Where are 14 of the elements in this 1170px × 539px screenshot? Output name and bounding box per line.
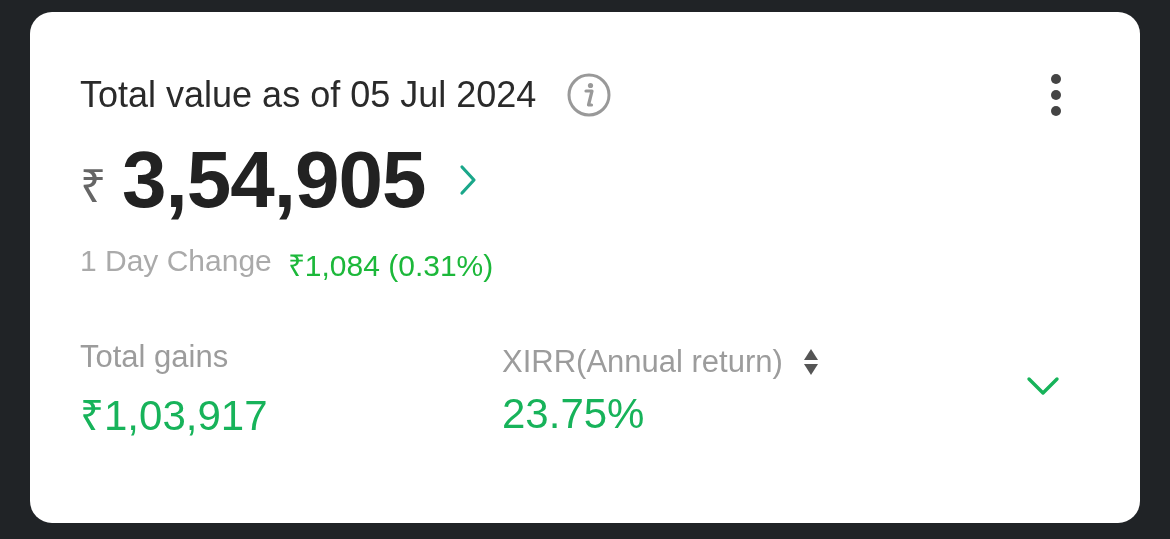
day-change-value: ₹1,084 (0.31%) xyxy=(287,248,494,284)
chevron-down-icon[interactable] xyxy=(1026,375,1060,396)
currency-symbol: ₹ xyxy=(80,159,106,214)
info-icon[interactable] xyxy=(566,72,613,118)
chevron-right-icon[interactable] xyxy=(459,164,478,196)
total-value: 3,54,905 xyxy=(122,140,426,220)
stat-value: ₹1,03,917 xyxy=(80,391,269,441)
more-options-icon[interactable] xyxy=(1050,73,1062,117)
card-title: Total value as of 05 Jul 2024 xyxy=(80,74,537,116)
stat-value: 23.75% xyxy=(502,389,646,438)
sort-icon[interactable] xyxy=(802,347,819,376)
day-change-label: 1 Day Change xyxy=(80,244,272,279)
stat-label: Total gains xyxy=(80,339,229,375)
stat-label: XIRR(Annual return) xyxy=(502,343,783,380)
